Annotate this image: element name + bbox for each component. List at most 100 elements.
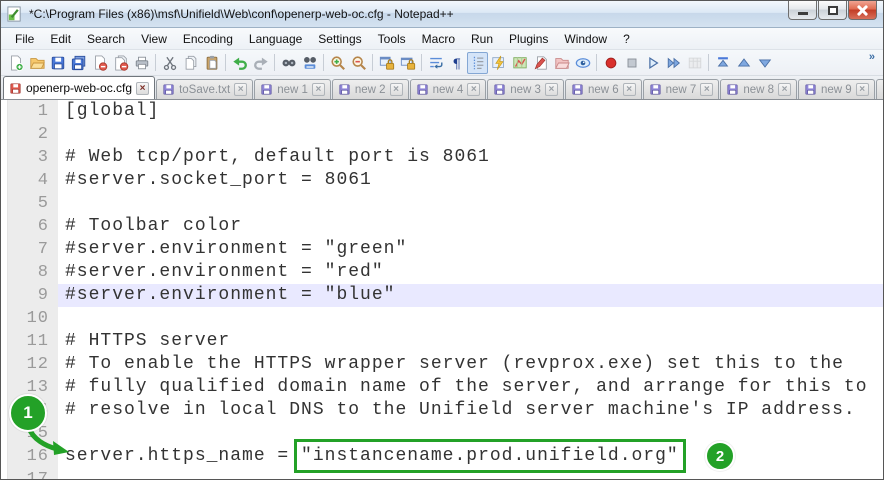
save-button[interactable] (47, 52, 68, 74)
zoom-in-button[interactable] (327, 52, 348, 74)
menu-macro[interactable]: Macro (414, 29, 463, 49)
editor-area[interactable]: 1 [global] 2 3 # Web tcp/port, default port … (1, 100, 883, 479)
minimize-button[interactable] (788, 1, 817, 20)
code-text[interactable]: # resolve in local DNS to the Unifield s… (58, 399, 883, 422)
code-text[interactable]: # HTTPS server (58, 330, 883, 353)
code-text[interactable]: #server.environment = "red" (58, 261, 883, 284)
maximize-button[interactable] (818, 1, 847, 20)
tab-close-icon[interactable]: × (389, 83, 403, 96)
code-text[interactable] (58, 422, 883, 445)
code-text[interactable] (58, 192, 883, 215)
tab-new-4[interactable]: new 4 × (409, 79, 487, 99)
tab-new-2[interactable]: new 2 × (331, 79, 409, 99)
tab-new-3[interactable]: new 3 × (487, 79, 564, 99)
menu-tools[interactable]: Tools (370, 29, 414, 49)
title-bar[interactable]: *C:\Program Files (x86)\msf\Unifield\Web… (1, 1, 883, 28)
macro-play-button[interactable] (642, 52, 663, 74)
menu-window[interactable]: Window (556, 29, 615, 49)
show-all-chars-button[interactable] (446, 52, 467, 74)
tab-close-icon[interactable]: × (700, 83, 714, 96)
toolbar-separator (708, 54, 709, 71)
tab-new-6[interactable]: new 6 × (564, 79, 642, 99)
code-text[interactable]: #server.socket_port = 8061 (58, 169, 883, 192)
zoom-out-button[interactable] (348, 52, 369, 74)
sync-v-button[interactable] (376, 52, 397, 74)
code-text[interactable]: # Web tcp/port, default port is 8061 (58, 146, 883, 169)
tab-close-icon[interactable]: × (544, 83, 558, 96)
replace-button[interactable] (299, 52, 320, 74)
macro-run-multiple-button[interactable] (663, 52, 684, 74)
function-list-button[interactable] (488, 52, 509, 74)
undo-button[interactable] (229, 52, 250, 74)
copy-button[interactable] (180, 52, 201, 74)
fold-prev-button[interactable] (733, 52, 754, 74)
tab-close-icon[interactable]: × (778, 83, 792, 96)
print-button[interactable] (131, 52, 152, 74)
bookmark-margin (1, 399, 8, 422)
code-text[interactable]: # fully qualified domain name of the ser… (58, 376, 883, 399)
toolbar-overflow-chevron-icon[interactable]: » (865, 50, 879, 64)
tab-new-8[interactable]: new 8 × (720, 79, 798, 99)
tab-close-icon[interactable]: × (234, 83, 248, 96)
menu-help[interactable]: ? (615, 29, 638, 49)
fold-next-button[interactable] (754, 52, 775, 74)
code-text[interactable] (58, 123, 883, 146)
tab-close-icon[interactable]: × (467, 83, 481, 96)
menu-run[interactable]: Run (463, 29, 501, 49)
menu-language[interactable]: Language (241, 29, 310, 49)
menu-plugins[interactable]: Plugins (501, 29, 556, 49)
view-monitor-button[interactable] (572, 52, 593, 74)
line-number: 7 (8, 238, 58, 261)
tab-new-7[interactable]: new 7 × (642, 79, 720, 99)
code-text[interactable] (58, 468, 883, 479)
code-text[interactable]: # Toolbar color (58, 215, 883, 238)
menu-file[interactable]: File (7, 29, 42, 49)
tab-label: new 3 (510, 83, 541, 96)
line-number: 1 (8, 100, 58, 123)
tab-new-10[interactable]: new 10× (875, 79, 883, 99)
folder-session-button[interactable] (551, 52, 572, 74)
tab-tosave.txt[interactable]: toSave.txt × (156, 79, 254, 99)
code-text[interactable]: server.https_name = "instancename.prod.u… (58, 439, 883, 473)
code-line-4: 4 #server.socket_port = 8061 (1, 169, 883, 192)
doc-map-button[interactable] (509, 52, 530, 74)
code-text[interactable]: # To enable the HTTPS wrapper server (re… (58, 353, 883, 376)
word-wrap-button[interactable] (425, 52, 446, 74)
tab-new-1[interactable]: new 1 × (254, 79, 331, 99)
tab-close-icon[interactable]: × (622, 83, 636, 96)
code-line-16: 2 16 server.https_name = "instancename.pro… (1, 439, 883, 473)
macro-record-button[interactable] (600, 52, 621, 74)
indent-guide-button[interactable] (467, 51, 488, 74)
tab-close-icon[interactable]: × (136, 81, 150, 95)
menu-view[interactable]: View (133, 29, 175, 49)
fold-all-button[interactable] (712, 52, 733, 74)
tab-close-icon[interactable]: × (855, 83, 869, 96)
tab-close-icon[interactable]: × (311, 83, 325, 96)
close-button[interactable] (848, 1, 877, 20)
code-text[interactable]: #server.environment = "green" (58, 238, 883, 261)
bookmark-margin (1, 169, 8, 192)
code-text[interactable] (58, 307, 883, 330)
menu-encoding[interactable]: Encoding (175, 29, 241, 49)
close-doc-button[interactable] (89, 52, 110, 74)
find-button[interactable] (278, 52, 299, 74)
save-all-button[interactable] (68, 52, 89, 74)
open-button[interactable] (26, 52, 47, 74)
code-text[interactable]: #server.environment = "blue" (58, 284, 883, 307)
menu-edit[interactable]: Edit (42, 29, 79, 49)
sync-h-button[interactable] (397, 52, 418, 74)
code-text[interactable]: [global] (58, 100, 883, 123)
menu-settings[interactable]: Settings (310, 29, 369, 49)
tab-new-9[interactable]: new 9 × (798, 79, 875, 99)
redo-button[interactable] (250, 52, 271, 74)
tab-openerp-web-oc.cfg[interactable]: openerp-web-oc.cfg × (3, 76, 156, 99)
new-file-button[interactable] (5, 52, 26, 74)
macro-stop-button[interactable] (621, 52, 642, 74)
cut-button[interactable] (159, 52, 180, 74)
tab-label: new 2 (354, 83, 386, 96)
menu-search[interactable]: Search (79, 29, 133, 49)
close-all-button[interactable] (110, 52, 131, 74)
edit-marker-button[interactable] (530, 52, 551, 74)
paste-button[interactable] (201, 52, 222, 74)
macro-save-button[interactable] (684, 52, 705, 74)
